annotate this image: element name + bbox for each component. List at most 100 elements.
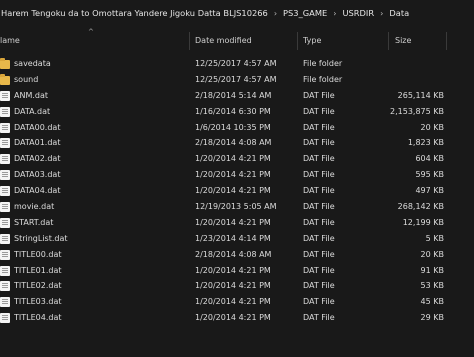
file-row[interactable]: TITLE03.dat 1/20/2014 4:21 PM DAT File 45 K… xyxy=(0,294,474,310)
file-date-modified: 12/25/2017 4:57 AM xyxy=(195,74,277,84)
file-name: savedata xyxy=(14,59,51,68)
file-type: File folder xyxy=(303,59,343,68)
file-row[interactable]: DATA01.dat 2/18/2014 4:08 AM DAT File 1,823… xyxy=(0,135,474,151)
column-divider[interactable] xyxy=(388,32,389,50)
file-date-modified: 1/23/2014 4:14 PM xyxy=(195,233,271,243)
file-row[interactable]: DATA.dat 1/16/2014 6:30 PM DAT File 2,153,8… xyxy=(0,104,474,120)
file-name: movie.dat xyxy=(14,202,55,212)
breadcrumb-item-game-folder[interactable]: Harem Tengoku da to Omottara Yandere Jig… xyxy=(0,8,269,18)
file-row[interactable]: DATA04.dat 1/20/2014 4:21 PM DAT File 497 K… xyxy=(0,183,474,199)
file-date-modified: 1/20/2014 4:21 PM xyxy=(195,265,271,275)
file-type: DAT File xyxy=(303,281,335,291)
file-name: ANM.dat xyxy=(14,90,49,100)
file-date-modified: 1/20/2014 4:21 PM xyxy=(195,313,271,323)
file-size: 53 KB xyxy=(420,281,444,291)
file-size: 268,142 KB xyxy=(397,202,444,212)
file-icon xyxy=(0,122,10,133)
file-date-modified: 1/16/2014 6:30 PM xyxy=(195,106,271,116)
file-type: File folder xyxy=(303,74,343,84)
file-size: 20 KB xyxy=(420,122,444,132)
file-row[interactable]: DATA00.dat 1/6/2014 10:35 PM DAT File 20 KB xyxy=(0,120,474,136)
file-size: 595 KB xyxy=(415,170,444,180)
file-size: 29 KB xyxy=(420,313,444,323)
file-icon xyxy=(0,233,10,244)
file-date-modified: 12/19/2013 5:05 AM xyxy=(195,202,277,212)
file-row[interactable]: sound 12/25/2017 4:57 AM File folder xyxy=(0,72,474,88)
file-date-modified: 12/25/2017 4:57 AM xyxy=(195,59,277,68)
file-date-modified: 2/18/2014 4:08 AM xyxy=(195,249,272,259)
file-row[interactable]: TITLE04.dat 1/20/2014 4:21 PM DAT File 29 K… xyxy=(0,310,474,326)
file-type: DAT File xyxy=(303,138,335,148)
file-type: DAT File xyxy=(303,249,335,259)
file-list: savedata 12/25/2017 4:57 AM File folder sou… xyxy=(0,56,474,326)
file-icon xyxy=(0,186,10,197)
file-name: DATA04.dat xyxy=(14,186,61,196)
column-divider[interactable] xyxy=(446,32,447,50)
file-size: 12,199 KB xyxy=(402,217,444,227)
file-type: DAT File xyxy=(303,297,335,307)
file-row[interactable]: StringList.dat 1/23/2014 4:14 PM DAT File 5… xyxy=(0,231,474,247)
chevron-right-icon[interactable]: › xyxy=(269,9,282,18)
file-type: DAT File xyxy=(303,233,335,243)
file-name: TITLE04.dat xyxy=(14,313,62,323)
file-icon xyxy=(0,249,10,260)
file-name: TITLE03.dat xyxy=(14,297,62,307)
chevron-right-icon[interactable]: › xyxy=(375,9,388,18)
folder-icon xyxy=(0,73,10,85)
file-date-modified: 1/6/2014 10:35 PM xyxy=(195,122,271,132)
file-size: 91 KB xyxy=(420,265,444,275)
file-size: 2,153,875 KB xyxy=(390,106,444,116)
file-row[interactable]: DATA03.dat 1/20/2014 4:21 PM DAT File 595 K… xyxy=(0,167,474,183)
breadcrumb-item-data[interactable]: Data xyxy=(388,8,410,18)
column-header-size[interactable]: Size xyxy=(395,30,411,52)
file-name: DATA.dat xyxy=(14,106,51,116)
file-date-modified: 1/20/2014 4:21 PM xyxy=(195,297,271,307)
file-size: 497 KB xyxy=(415,186,444,196)
column-divider[interactable] xyxy=(297,32,298,50)
file-date-modified: 1/20/2014 4:21 PM xyxy=(195,186,271,196)
file-name: DATA02.dat xyxy=(14,154,61,164)
file-type: DAT File xyxy=(303,90,335,100)
column-header-type[interactable]: Type xyxy=(303,30,321,52)
file-name: TITLE01.dat xyxy=(14,265,62,275)
file-date-modified: 1/20/2014 4:21 PM xyxy=(195,170,271,180)
file-name: DATA01.dat xyxy=(14,138,61,148)
column-divider[interactable] xyxy=(189,32,190,50)
file-name: DATA00.dat xyxy=(14,122,61,132)
file-icon xyxy=(0,138,10,149)
file-name: StringList.dat xyxy=(14,233,68,243)
file-icon xyxy=(0,170,10,181)
file-name: TITLE02.dat xyxy=(14,281,62,291)
file-name: START.dat xyxy=(14,217,54,227)
file-type: DAT File xyxy=(303,122,335,132)
file-type: DAT File xyxy=(303,154,335,164)
file-row[interactable]: START.dat 1/20/2014 4:21 PM DAT File 12,199… xyxy=(0,215,474,231)
breadcrumb-item-ps3-game[interactable]: PS3_GAME xyxy=(282,8,328,18)
file-date-modified: 1/20/2014 4:21 PM xyxy=(195,154,271,164)
file-row[interactable]: savedata 12/25/2017 4:57 AM File folder xyxy=(0,56,474,72)
column-header-row: lame Date modified Type Size xyxy=(0,30,474,52)
chevron-right-icon[interactable]: › xyxy=(328,9,341,18)
file-icon xyxy=(0,106,10,117)
column-header-name[interactable]: lame xyxy=(0,30,20,52)
file-row[interactable]: TITLE01.dat 1/20/2014 4:21 PM DAT File 91 K… xyxy=(0,263,474,279)
file-icon xyxy=(0,313,10,324)
folder-icon xyxy=(0,58,10,69)
file-type: DAT File xyxy=(303,186,335,196)
file-row[interactable]: movie.dat 12/19/2013 5:05 AM DAT File 268,1… xyxy=(0,199,474,215)
file-type: DAT File xyxy=(303,202,335,212)
file-row[interactable]: TITLE02.dat 1/20/2014 4:21 PM DAT File 53 K… xyxy=(0,278,474,294)
file-icon xyxy=(0,217,10,228)
file-type: DAT File xyxy=(303,313,335,323)
file-row[interactable]: DATA02.dat 1/20/2014 4:21 PM DAT File 604 K… xyxy=(0,151,474,167)
file-icon xyxy=(0,90,10,101)
breadcrumb-item-usrdir[interactable]: USRDIR xyxy=(341,8,375,18)
column-header-date-modified[interactable]: Date modified xyxy=(195,30,252,52)
file-row[interactable]: TITLE00.dat 2/18/2014 4:08 AM DAT File 20 K… xyxy=(0,247,474,263)
file-size: 20 KB xyxy=(420,249,444,259)
file-row[interactable]: ANM.dat 2/18/2014 5:14 AM DAT File 265,114 … xyxy=(0,88,474,104)
file-date-modified: 1/20/2014 4:21 PM xyxy=(195,217,271,227)
file-icon xyxy=(0,202,10,213)
file-icon xyxy=(0,297,10,308)
file-name: TITLE00.dat xyxy=(14,249,62,259)
